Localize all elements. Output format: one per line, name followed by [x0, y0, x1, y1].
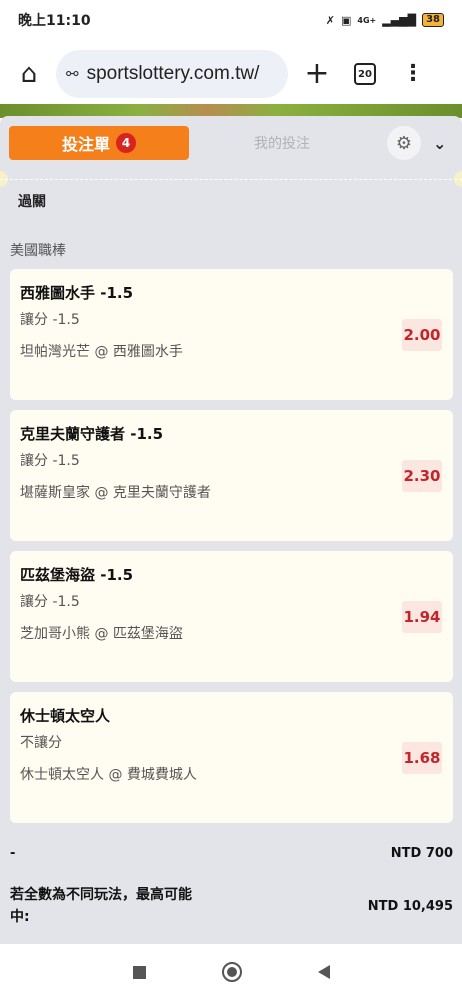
bet-selection-title: 西雅圖水手 -1.5 [20, 284, 134, 302]
home-nav-icon[interactable] [221, 962, 242, 982]
new-tab-button[interactable]: + [302, 59, 332, 89]
bet-card[interactable]: 休士頓太空人 不讓分 休士頓太空人 @ 費城費城人 1.68 [10, 692, 453, 823]
browser-toolbar: ⌂ ⚯ sportslottery.com.tw/ + 20 ⋮ [0, 44, 462, 104]
odds-badge: 1.68 [402, 742, 442, 774]
betslip-count-badge: 4 [116, 133, 136, 153]
odds-badge: 2.00 [402, 319, 442, 351]
status-icons: ✗ ▣ 4G+ ▂▄▆█ 38 [326, 13, 444, 27]
tab-betslip-label: 投注單 [61, 135, 110, 154]
battery-icon: 38 [422, 13, 444, 27]
max-win-row: 若全數為不同玩法，最高可能 中: NTD 10,495 [10, 884, 453, 930]
chevron-down-icon[interactable]: ⌄ [433, 134, 446, 153]
bet-card[interactable]: 克里夫蘭守護者 -1.5 讓分 -1.5 堪薩斯皇家 @ 克里夫蘭守護者 2.3… [10, 410, 453, 541]
settings-button[interactable]: ⚙ [387, 126, 421, 160]
bet-market-type: 讓分 -1.5 [20, 594, 80, 610]
volte-icon: ▣ [340, 13, 352, 27]
home-icon: ⌂ [20, 59, 38, 89]
recents-icon[interactable] [132, 965, 146, 979]
bet-selection-title: 休士頓太空人 [20, 707, 111, 725]
bet-market-type: 不讓分 [20, 735, 62, 751]
tab-betslip[interactable]: 投注單 4 [9, 126, 189, 160]
site-settings-icon[interactable]: ⚯ [66, 65, 79, 83]
ticket-divider [0, 179, 462, 180]
odds-badge: 2.30 [402, 460, 442, 492]
status-bar: 晚上11:10 ✗ ▣ 4G+ ▂▄▆█ 38 [0, 0, 462, 40]
signal-icon: ▂▄▆█ [382, 13, 417, 27]
tab-my-bets[interactable]: 我的投注 [189, 133, 375, 153]
menu-icon[interactable]: ⋮ [402, 63, 424, 85]
bet-match-name: 坦帕灣光芒 @ 西雅圖水手 [20, 344, 183, 360]
bet-match-name: 芝加哥小熊 @ 匹茲堡海盜 [20, 626, 183, 642]
bet-market-type: 讓分 -1.5 [20, 312, 80, 328]
bet-selection-title: 匹茲堡海盜 -1.5 [20, 566, 134, 584]
url-text: sportslottery.com.tw/ [86, 63, 260, 84]
back-icon[interactable] [317, 965, 330, 979]
dnd-icon: ✗ [325, 13, 335, 27]
stake-summary-row: - NTD 700 [10, 846, 453, 861]
section-parlay-label: 過關 [18, 194, 46, 210]
gear-icon: ⚙ [395, 132, 413, 154]
network-label: 4G+ [357, 15, 377, 25]
max-win-value: NTD 10,495 [367, 899, 453, 914]
address-bar[interactable]: ⚯ sportslottery.com.tw/ [56, 50, 288, 98]
status-time: 晚上11:10 [18, 13, 91, 29]
betslip-tabs: 投注單 4 我的投注 ⚙ ⌄ [9, 125, 455, 161]
bet-card[interactable]: 西雅圖水手 -1.5 讓分 -1.5 坦帕灣光芒 @ 西雅圖水手 2.00 [10, 269, 453, 400]
league-label: 美國職棒 [10, 243, 66, 259]
odds-badge: 1.94 [402, 601, 442, 633]
bet-card[interactable]: 匹茲堡海盜 -1.5 讓分 -1.5 芝加哥小熊 @ 匹茲堡海盜 1.94 [10, 551, 453, 682]
bet-match-name: 休士頓太空人 @ 費城費城人 [20, 767, 197, 783]
bet-selection-title: 克里夫蘭守護者 -1.5 [20, 425, 164, 443]
stake-value: NTD 700 [390, 846, 453, 861]
bet-match-name: 堪薩斯皇家 @ 克里夫蘭守護者 [20, 485, 211, 501]
home-button[interactable]: ⌂ [10, 55, 48, 93]
stake-label: - [10, 846, 16, 861]
tab-switcher-button[interactable]: 20 [354, 63, 376, 85]
betslip-panel: 投注單 4 我的投注 ⚙ ⌄ 過關 美國職棒 西雅圖水手 -1.5 讓分 -1.… [0, 116, 462, 944]
bet-market-type: 讓分 -1.5 [20, 453, 80, 469]
system-nav-bar [0, 944, 462, 1000]
